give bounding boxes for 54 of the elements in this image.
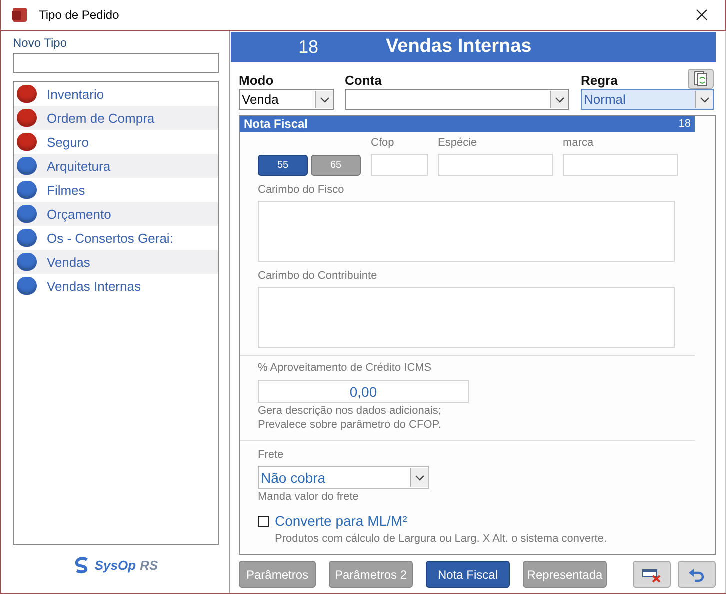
chevron-down-icon	[320, 96, 330, 102]
record-number: 18	[297, 36, 320, 58]
list-item[interactable]: Vendas Internas	[14, 274, 218, 298]
undo-icon	[688, 566, 706, 582]
help-text: Produtos com cálculo de Largura ou Larg. X Alt. o sistema converte.	[275, 533, 608, 547]
list-item[interactable]: Inventario	[14, 82, 218, 106]
field-label: Regra	[581, 73, 618, 89]
delete-icon	[642, 566, 662, 582]
input-field[interactable]: 0,00	[258, 380, 469, 403]
field-label: marca	[563, 137, 595, 151]
close-icon	[696, 9, 708, 21]
list-item[interactable]: Arquitetura	[14, 154, 218, 178]
undo-button[interactable]	[678, 561, 716, 588]
refresh-button[interactable]	[688, 69, 714, 89]
field-label: Conta	[345, 73, 383, 89]
logo-text: RS	[140, 558, 158, 572]
help-text: Prevalece sobre parâmetro do CFOP.	[258, 419, 442, 433]
field-label: Frete	[258, 449, 285, 463]
field-label: Carimbo do Fisco	[258, 184, 346, 198]
chevron-down-icon	[700, 96, 710, 102]
list-item[interactable]: Orçamento	[14, 202, 218, 226]
chevron-down-icon	[414, 474, 424, 480]
list-item[interactable]: Seguro	[14, 130, 218, 154]
header-title: Vendas Internas	[386, 36, 532, 58]
document-refresh-icon	[694, 71, 708, 87]
list-item[interactable]: Ordem de Compra	[14, 106, 218, 130]
window-title: Tipo de Pedido	[39, 8, 120, 22]
record-number: 18	[678, 118, 691, 130]
list-item[interactable]: Vendas	[14, 250, 218, 274]
dropdown[interactable]	[345, 89, 569, 110]
tab[interactable]: Nota Fiscal	[426, 561, 510, 588]
help-text: Gera descrição nos dados adicionais;	[258, 405, 442, 419]
field-label: % Aproveitamento de Crédito ICMS	[258, 362, 433, 376]
list-item[interactable]: Filmes	[14, 178, 218, 202]
app-icon	[11, 7, 29, 23]
input-field[interactable]	[13, 53, 219, 73]
checkbox[interactable]	[258, 516, 269, 526]
swirl-icon	[72, 556, 91, 574]
dropdown[interactable]: Venda	[239, 89, 334, 110]
model-button[interactable]: 55	[258, 155, 308, 176]
field-label: Novo Tipo	[13, 36, 68, 52]
dropdown[interactable]: Normal	[581, 89, 714, 110]
panel-title: Nota Fiscal	[244, 117, 308, 131]
list-item[interactable]: Os - Consertos Gerai:	[14, 226, 218, 250]
dropdown[interactable]: Não cobra	[258, 466, 429, 489]
checkbox-label[interactable]: Converte para ML/M²	[275, 513, 408, 529]
field-label: Cfop	[371, 137, 396, 151]
help-text: Manda valor do frete	[258, 491, 360, 505]
field-label: Espécie	[438, 137, 478, 151]
chevron-down-icon	[554, 96, 564, 102]
logo-text: SysOp	[94, 558, 136, 572]
delete-button[interactable]	[633, 561, 671, 588]
field-label: Modo	[239, 73, 275, 89]
field-label: Carimbo do Contribuinte	[258, 270, 378, 284]
